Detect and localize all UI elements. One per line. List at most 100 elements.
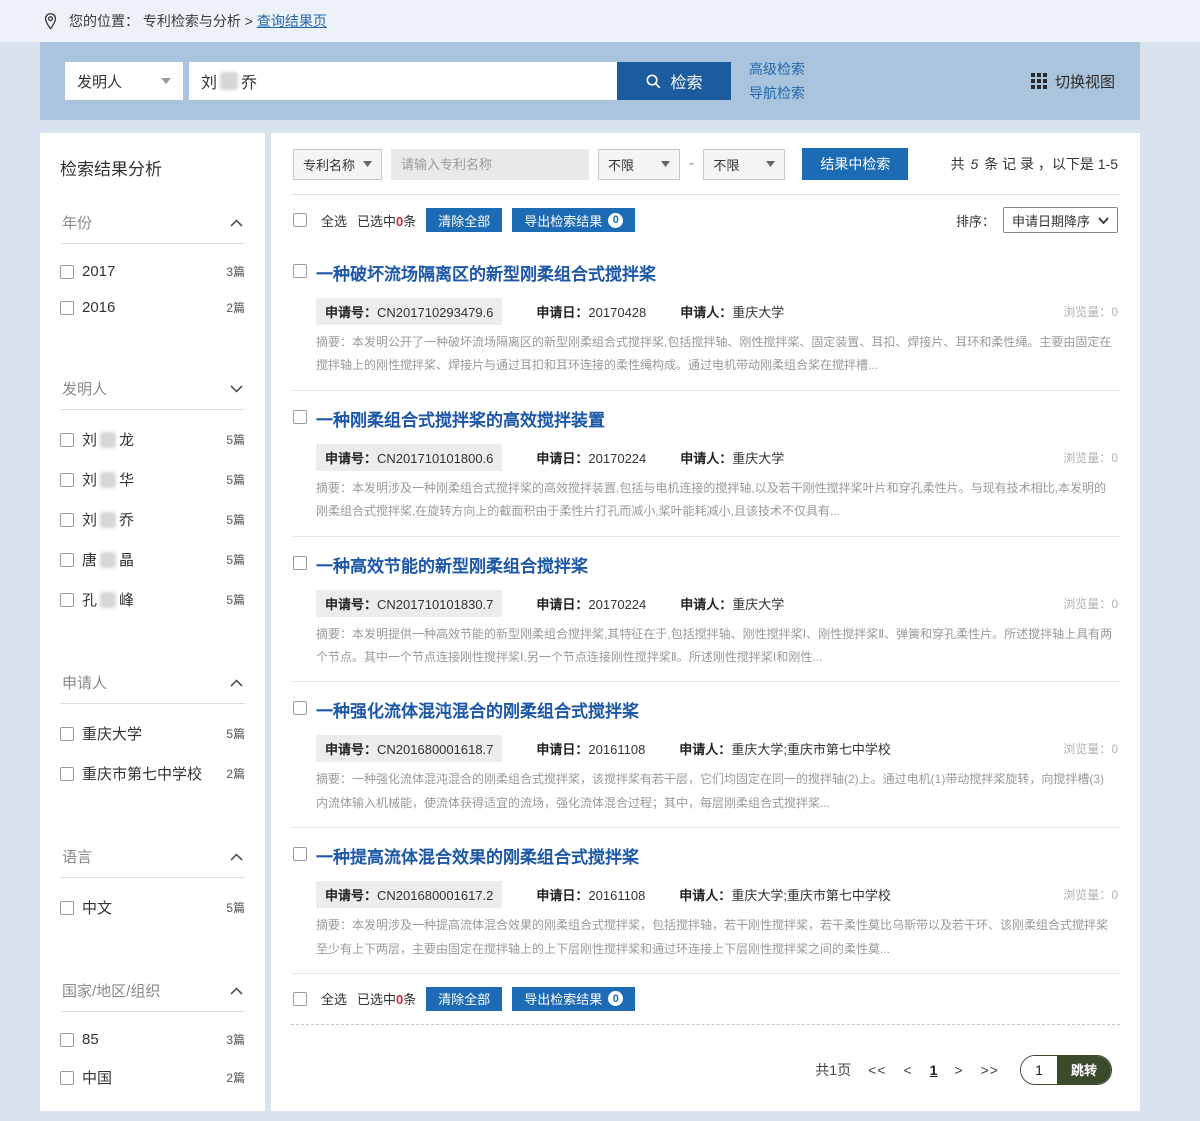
jump-page-input[interactable] xyxy=(1021,1056,1057,1084)
search-button[interactable]: 检索 xyxy=(617,62,731,100)
switch-view-button[interactable]: 切换视图 xyxy=(1031,71,1115,92)
result-checkbox[interactable] xyxy=(293,556,307,570)
select-all-checkbox[interactable] xyxy=(293,992,307,1006)
result-checkbox[interactable] xyxy=(293,264,307,278)
facet-section-country[interactable]: 国家/地区/组织 xyxy=(60,972,245,1012)
applicant-value: 重庆大学;重庆市第七中学校 xyxy=(731,742,891,757)
application-number-value: CN201710101800.6 xyxy=(377,451,493,466)
application-date-label: 申请日： xyxy=(536,888,588,903)
result-title-link[interactable]: 一种高效节能的新型刚柔组合搅拌桨 xyxy=(316,552,588,577)
export-results-button[interactable]: 导出检索结果 0 xyxy=(512,987,635,1011)
facet-item: 2016 2篇 xyxy=(60,299,245,316)
advanced-search-link[interactable]: 高级检索 xyxy=(749,59,805,79)
search-field-select[interactable]: 发明人 xyxy=(65,62,183,100)
results-summary: 共 5 条 记 录 ，以下是 1-5 xyxy=(951,154,1118,174)
application-number: 申请号：CN201680001617.2 xyxy=(316,881,502,908)
facet-checkbox[interactable] xyxy=(60,433,74,447)
last-page-button[interactable]: >> xyxy=(981,1062,999,1078)
chevron-up-icon xyxy=(230,679,243,687)
facet-checkbox[interactable] xyxy=(60,301,74,315)
range-from-select[interactable]: 不限 xyxy=(598,149,680,180)
redacted-character xyxy=(100,432,116,448)
facet-checkbox[interactable] xyxy=(60,265,74,279)
search-query-prefix: 刘 xyxy=(201,69,217,93)
clear-all-button[interactable]: 清除全部 xyxy=(426,987,502,1011)
results-toolbar-top: 全选 已选中0条 清除全部 导出检索结果 0 排序： 申请日期降序 xyxy=(291,195,1120,245)
view-count-label: 浏览量： xyxy=(1063,451,1111,465)
select-all: 全选 xyxy=(293,989,347,1008)
current-page[interactable]: 1 xyxy=(930,1062,938,1078)
next-page-button[interactable]: > xyxy=(954,1062,963,1078)
first-page-button[interactable]: << xyxy=(868,1062,886,1078)
breadcrumb-current-link[interactable]: 查询结果页 xyxy=(257,13,327,29)
summary-prefix: 共 xyxy=(951,156,965,172)
search-icon xyxy=(645,73,662,90)
view-count-value: 0 xyxy=(1111,451,1118,465)
selected-count: 已选中0条 xyxy=(357,211,416,230)
chevron-down-icon xyxy=(161,78,171,84)
range-to-select[interactable]: 不限 xyxy=(703,149,785,180)
result-checkbox[interactable] xyxy=(293,410,307,424)
nav-search-link[interactable]: 导航检索 xyxy=(749,83,805,103)
facet-label: 重庆市第七中学校 xyxy=(82,763,202,784)
applicant-value: 重庆大学;重庆市第七中学校 xyxy=(731,888,891,903)
facet-label: 刘 xyxy=(82,429,97,450)
facet-section-inventor[interactable]: 发明人 xyxy=(60,370,245,410)
facet-item: 中文 5篇 xyxy=(60,897,245,918)
facet-item: 刘龙 5篇 xyxy=(60,429,245,450)
jump-button[interactable]: 跳转 xyxy=(1057,1056,1111,1084)
patent-name-input[interactable] xyxy=(391,149,589,180)
facet-checkbox[interactable] xyxy=(60,901,74,915)
facet-section-language[interactable]: 语言 xyxy=(60,838,245,878)
application-date: 申请日：20170224 xyxy=(536,594,646,613)
sort-select[interactable]: 申请日期降序 xyxy=(1003,207,1118,233)
applicant-value: 重庆大学 xyxy=(732,305,784,320)
clear-all-button[interactable]: 清除全部 xyxy=(426,208,502,232)
application-date-label: 申请日： xyxy=(536,742,588,757)
facet-checkbox[interactable] xyxy=(60,593,74,607)
application-date: 申请日：20170428 xyxy=(536,302,646,321)
facet-section-label: 国家/地区/组织 xyxy=(62,980,160,1001)
facet-checkbox[interactable] xyxy=(60,553,74,567)
results-panel: 专利名称 不限 - 不限 结果中检索 共 5 条 记 录 ，以下是 1-5 xyxy=(271,133,1140,1111)
facet-label: 华 xyxy=(119,469,134,490)
result-item: 一种强化流体混沌混合的刚柔组合式搅拌桨 申请号：CN201680001618.7… xyxy=(291,682,1120,828)
result-checkbox[interactable] xyxy=(293,701,307,715)
select-all-checkbox[interactable] xyxy=(293,213,307,227)
result-title-link[interactable]: 一种提高流体混合效果的刚柔组合式搅拌桨 xyxy=(316,843,639,868)
search-in-results-button[interactable]: 结果中检索 xyxy=(802,148,908,180)
facet-checkbox[interactable] xyxy=(60,1033,74,1047)
facet-checkbox[interactable] xyxy=(60,727,74,741)
results-toolbar-bottom: 全选 已选中0条 清除全部 导出检索结果 0 xyxy=(291,974,1120,1025)
facet-section-applicant[interactable]: 申请人 xyxy=(60,664,245,704)
result-title-link[interactable]: 一种强化流体混沌混合的刚柔组合式搅拌桨 xyxy=(316,697,639,722)
result-item: 一种提高流体混合效果的刚柔组合式搅拌桨 申请号：CN201680001617.2… xyxy=(291,828,1120,974)
breadcrumb-path: 专利检索与分析 > xyxy=(143,13,253,29)
facet-label: 2017 xyxy=(82,263,115,280)
view-count-value: 0 xyxy=(1111,305,1118,319)
refine-field-select[interactable]: 专利名称 xyxy=(293,149,382,180)
facet-item: 中国 2篇 xyxy=(60,1067,245,1088)
facet-section-label: 年份 xyxy=(62,212,92,233)
application-number: 申请号：CN201710101830.7 xyxy=(316,590,502,617)
result-title-link[interactable]: 一种刚柔组合式搅拌桨的高效搅拌装置 xyxy=(316,406,605,431)
facet-checkbox[interactable] xyxy=(60,767,74,781)
facet-item: 85 3篇 xyxy=(60,1031,245,1048)
search-input[interactable]: 刘 乔 xyxy=(189,62,617,100)
facet-count: 5篇 xyxy=(226,725,245,742)
selected-count-suffix: 条 xyxy=(403,214,416,229)
facet-checkbox[interactable] xyxy=(60,513,74,527)
export-results-button[interactable]: 导出检索结果 0 xyxy=(512,208,635,232)
summary-suffix: 条 记 录 ，以下是 1-5 xyxy=(984,156,1118,172)
prev-page-button[interactable]: < xyxy=(903,1062,912,1078)
applicant: 申请人：重庆大学 xyxy=(680,448,784,467)
view-count-label: 浏览量： xyxy=(1063,597,1111,611)
facet-checkbox[interactable] xyxy=(60,1071,74,1085)
view-count: 浏览量：0 xyxy=(1063,449,1118,466)
result-item: 一种高效节能的新型刚柔组合搅拌桨 申请号：CN201710101830.7 申请… xyxy=(291,537,1120,683)
facet-checkbox[interactable] xyxy=(60,473,74,487)
facet-section-year[interactable]: 年份 xyxy=(60,204,245,244)
result-checkbox[interactable] xyxy=(293,847,307,861)
application-number: 申请号：CN201680001618.7 xyxy=(316,735,502,762)
result-title-link[interactable]: 一种破坏流场隔离区的新型刚柔组合式搅拌桨 xyxy=(316,260,656,285)
